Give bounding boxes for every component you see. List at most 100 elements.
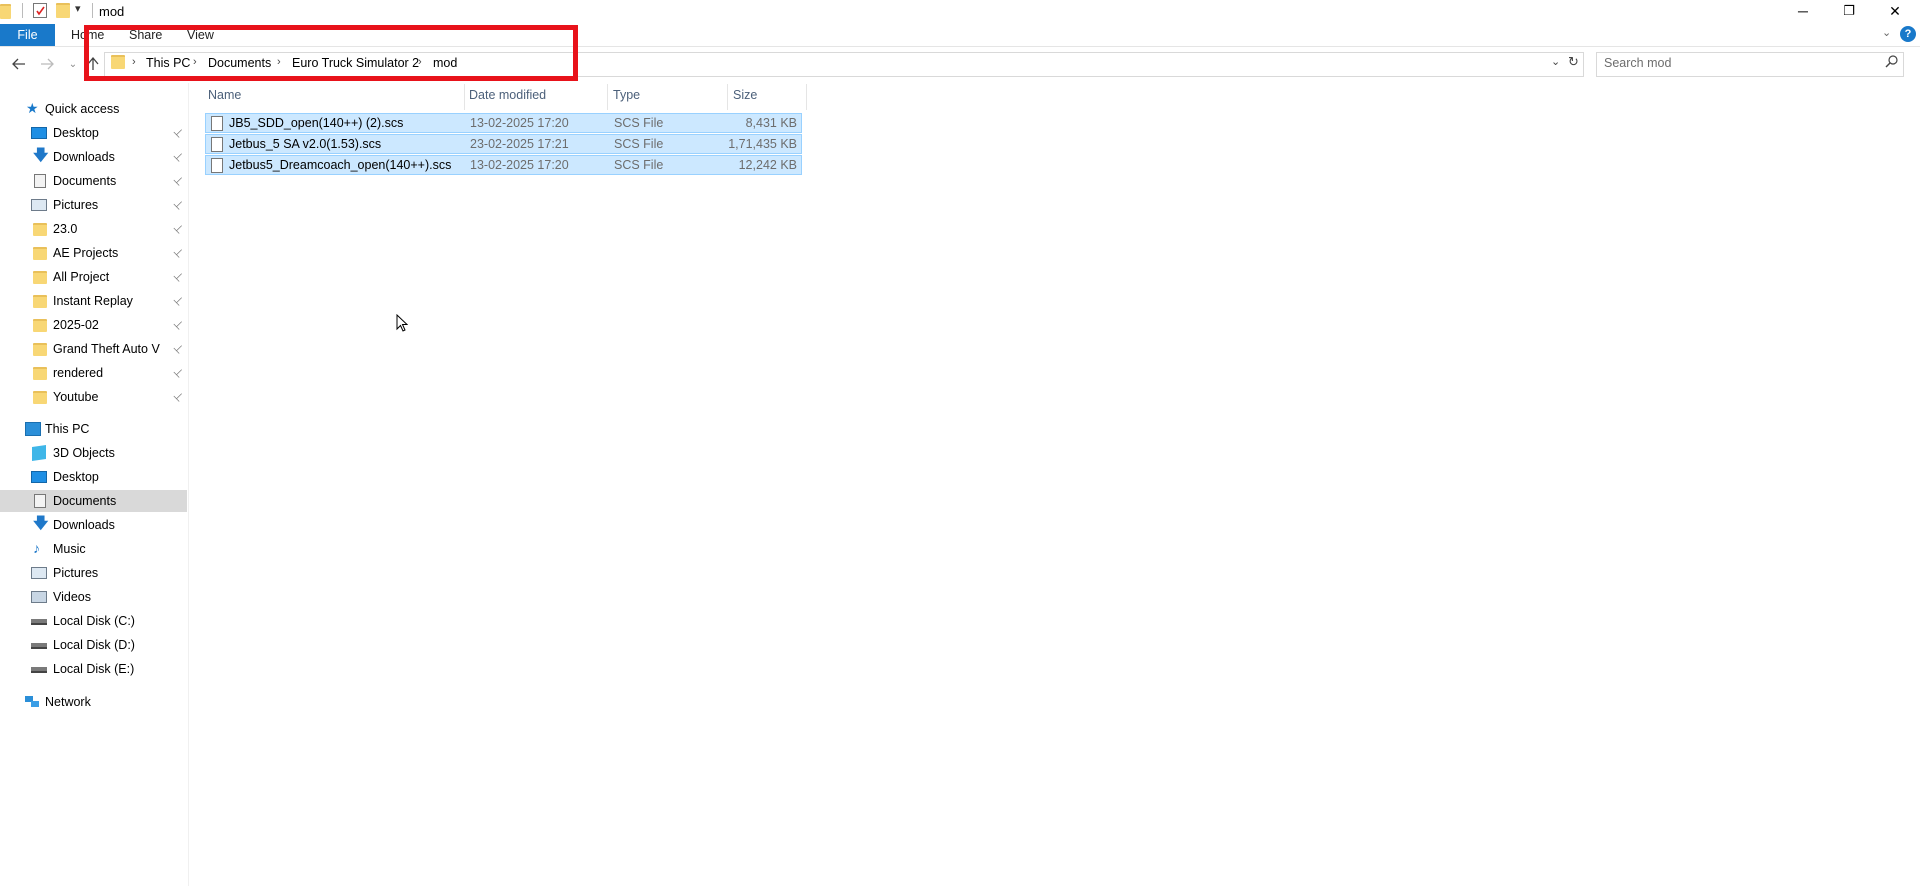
- title-bar: [0, 0, 1920, 24]
- file-size: 12,242 KB: [738, 158, 797, 172]
- expand-ribbon-icon[interactable]: ⌄: [1882, 26, 1891, 39]
- sidebar-item-downloads[interactable]: 🡇 Downloads ⊥: [0, 146, 187, 168]
- drive-icon: [31, 643, 47, 649]
- help-icon[interactable]: ?: [1900, 26, 1916, 42]
- sidebar-item-label: Downloads: [53, 518, 115, 532]
- recent-locations-icon[interactable]: ⌄: [62, 54, 84, 74]
- file-name[interactable]: JB5_SDD_open(140++) (2).scs: [229, 116, 403, 130]
- sidebar-item-label: This PC: [45, 422, 90, 436]
- tab-file[interactable]: File: [0, 24, 55, 46]
- pin-icon[interactable]: ⊥: [171, 125, 187, 140]
- pin-icon[interactable]: ⊥: [171, 197, 187, 212]
- sidebar-item-instant-replay[interactable]: Instant Replay ⊥: [0, 290, 187, 312]
- 3d-objects-icon: [32, 445, 46, 461]
- pin-icon[interactable]: ⊥: [171, 221, 187, 236]
- file-name[interactable]: Jetbus5_Dreamcoach_open(140++).scs: [229, 158, 451, 172]
- sidebar-item-label: Local Disk (D:): [53, 638, 135, 652]
- pin-icon[interactable]: ⊥: [171, 269, 187, 284]
- pin-icon[interactable]: ⊥: [171, 149, 187, 164]
- sidebar-item-pc-videos[interactable]: Videos: [0, 586, 187, 608]
- forward-button[interactable]: [36, 54, 58, 74]
- new-folder-icon[interactable]: [56, 3, 70, 18]
- sidebar-item-grand-theft-auto-v[interactable]: Grand Theft Auto V ⊥: [0, 338, 187, 360]
- table-row[interactable]: Jetbus_5 SA v2.0(1.53).scs 23-02-2025 17…: [205, 134, 802, 154]
- column-divider[interactable]: [806, 84, 807, 110]
- downloads-icon: 🡇: [33, 515, 49, 532]
- folder-icon: [33, 295, 47, 308]
- column-header-name[interactable]: Name: [208, 88, 241, 102]
- sidebar-item-pc-local-disk-c-[interactable]: Local Disk (C:): [0, 610, 187, 632]
- music-icon: ♪: [33, 540, 40, 556]
- pin-icon[interactable]: ⊥: [171, 293, 187, 308]
- sidebar-item-23-0[interactable]: 23.0 ⊥: [0, 218, 187, 240]
- sidebar-item-label: 2025-02: [53, 318, 99, 332]
- pin-icon[interactable]: ⊥: [171, 317, 187, 332]
- folder-icon: [33, 247, 47, 260]
- folder-icon: [33, 343, 47, 356]
- sidebar-item-documents[interactable]: Documents ⊥: [0, 170, 187, 192]
- column-header-size[interactable]: Size: [733, 88, 757, 102]
- search-icon[interactable]: [1885, 55, 1898, 71]
- sidebar-item-label: Videos: [53, 590, 91, 604]
- pictures-icon: [31, 199, 47, 211]
- drive-icon: [31, 619, 47, 625]
- sidebar-item-label: Desktop: [53, 126, 99, 140]
- sidebar-item-network[interactable]: Network: [0, 691, 187, 713]
- sidebar-item-pc-music[interactable]: ♪ Music: [0, 538, 187, 560]
- address-dropdown-icon[interactable]: ⌄: [1551, 55, 1560, 68]
- column-divider[interactable]: [727, 84, 728, 110]
- mouse-cursor-icon: [396, 313, 409, 335]
- sidebar-item-pc-desktop[interactable]: Desktop: [0, 466, 187, 488]
- table-row[interactable]: Jetbus5_Dreamcoach_open(140++).scs 13-02…: [205, 155, 802, 175]
- folder-icon: [33, 271, 47, 284]
- back-button[interactable]: [8, 54, 30, 74]
- column-divider[interactable]: [464, 84, 465, 110]
- sidebar-item-pc-local-disk-e-[interactable]: Local Disk (E:): [0, 658, 187, 680]
- pin-icon[interactable]: ⊥: [171, 173, 187, 188]
- downloads-icon: 🡇: [33, 147, 49, 164]
- properties-icon[interactable]: [33, 3, 47, 18]
- file-name[interactable]: Jetbus_5 SA v2.0(1.53).scs: [229, 137, 381, 151]
- documents-icon: [34, 174, 46, 188]
- sidebar-item-ae-projects[interactable]: AE Projects ⊥: [0, 242, 187, 264]
- refresh-icon[interactable]: ↻: [1568, 54, 1579, 70]
- sidebar-item-2025-02[interactable]: 2025-02 ⊥: [0, 314, 187, 336]
- file-icon: [211, 158, 223, 173]
- sidebar-item-this-pc[interactable]: This PC: [0, 418, 187, 440]
- sidebar-item-quick-access[interactable]: ★ Quick access: [0, 98, 187, 120]
- file-date: 13-02-2025 17:20: [470, 158, 569, 172]
- pin-icon[interactable]: ⊥: [171, 341, 187, 356]
- sidebar-item-youtube[interactable]: Youtube ⊥: [0, 386, 187, 408]
- folder-icon: [33, 367, 47, 380]
- restore-button[interactable]: ❐: [1826, 0, 1872, 22]
- pin-icon[interactable]: ⊥: [171, 365, 187, 380]
- sidebar-item-pc-3d-objects[interactable]: 3D Objects: [0, 442, 187, 464]
- customize-toolbar-icon[interactable]: ▾: [75, 2, 81, 15]
- sidebar-item-label: 23.0: [53, 222, 78, 236]
- sidebar-item-label: All Project: [53, 270, 110, 284]
- sidebar-item-label: Music: [53, 542, 86, 556]
- folder-icon: [0, 4, 11, 19]
- sidebar-item-pictures[interactable]: Pictures ⊥: [0, 194, 187, 216]
- sidebar-item-pc-local-disk-d-[interactable]: Local Disk (D:): [0, 634, 187, 656]
- sidebar-item-desktop[interactable]: Desktop ⊥: [0, 122, 187, 144]
- column-header-date-modified[interactable]: Date modified: [469, 88, 546, 102]
- pin-icon[interactable]: ⊥: [171, 389, 187, 404]
- folder-icon: [33, 391, 47, 404]
- column-divider[interactable]: [607, 84, 608, 110]
- sidebar-item-label: 3D Objects: [53, 446, 115, 460]
- minimize-button[interactable]: ─: [1780, 0, 1826, 22]
- window-title: mod: [99, 4, 125, 19]
- sidebar-item-pc-pictures[interactable]: Pictures: [0, 562, 187, 584]
- column-header-type[interactable]: Type: [613, 88, 640, 102]
- sidebar-item-pc-downloads[interactable]: 🡇 Downloads: [0, 514, 187, 536]
- drive-icon: [31, 667, 47, 673]
- sidebar-item-all-project[interactable]: All Project ⊥: [0, 266, 187, 288]
- close-button[interactable]: ✕: [1872, 0, 1918, 22]
- sidebar-item-pc-documents[interactable]: Documents: [0, 490, 187, 512]
- sidebar-item-rendered[interactable]: rendered ⊥: [0, 362, 187, 384]
- table-row[interactable]: JB5_SDD_open(140++) (2).scs 13-02-2025 1…: [205, 113, 802, 133]
- pin-icon[interactable]: ⊥: [171, 245, 187, 260]
- file-icon: [211, 137, 223, 152]
- desktop-icon: [31, 471, 47, 483]
